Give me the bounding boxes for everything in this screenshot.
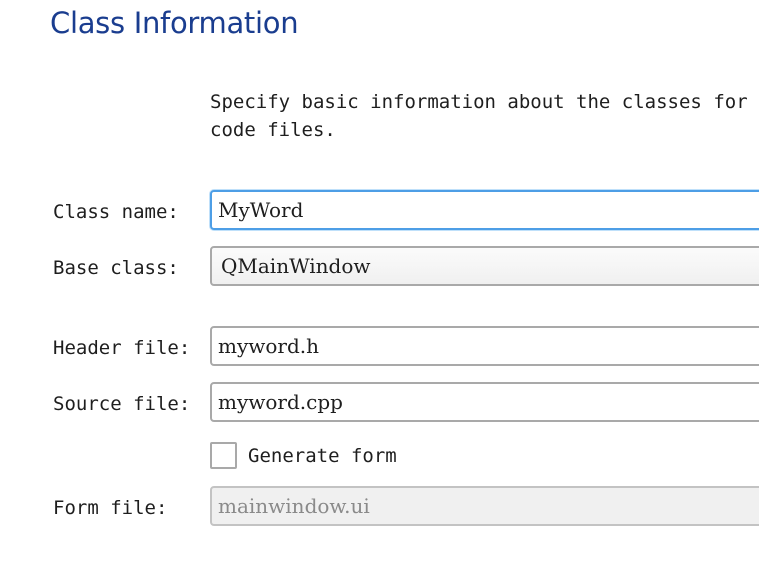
generate-form-label[interactable]: Generate form bbox=[248, 444, 397, 468]
class-name-input[interactable]: MyWord bbox=[210, 190, 759, 230]
header-file-input[interactable]: myword.h bbox=[210, 326, 759, 366]
base-class-label: Base class: bbox=[53, 257, 179, 279]
generate-form-checkbox[interactable] bbox=[210, 442, 237, 469]
source-file-label: Source file: bbox=[53, 393, 191, 415]
base-class-combobox[interactable]: QMainWindow bbox=[210, 246, 759, 286]
form-file-input: mainwindow.ui bbox=[210, 486, 759, 526]
page-description: Specify basic information about the clas… bbox=[210, 91, 748, 141]
page-title: Class Information bbox=[50, 6, 299, 40]
class-name-label: Class name: bbox=[53, 201, 179, 223]
form-file-label: Form file: bbox=[53, 497, 168, 519]
source-file-input[interactable]: myword.cpp bbox=[210, 382, 759, 422]
header-file-label: Header file: bbox=[53, 337, 191, 359]
